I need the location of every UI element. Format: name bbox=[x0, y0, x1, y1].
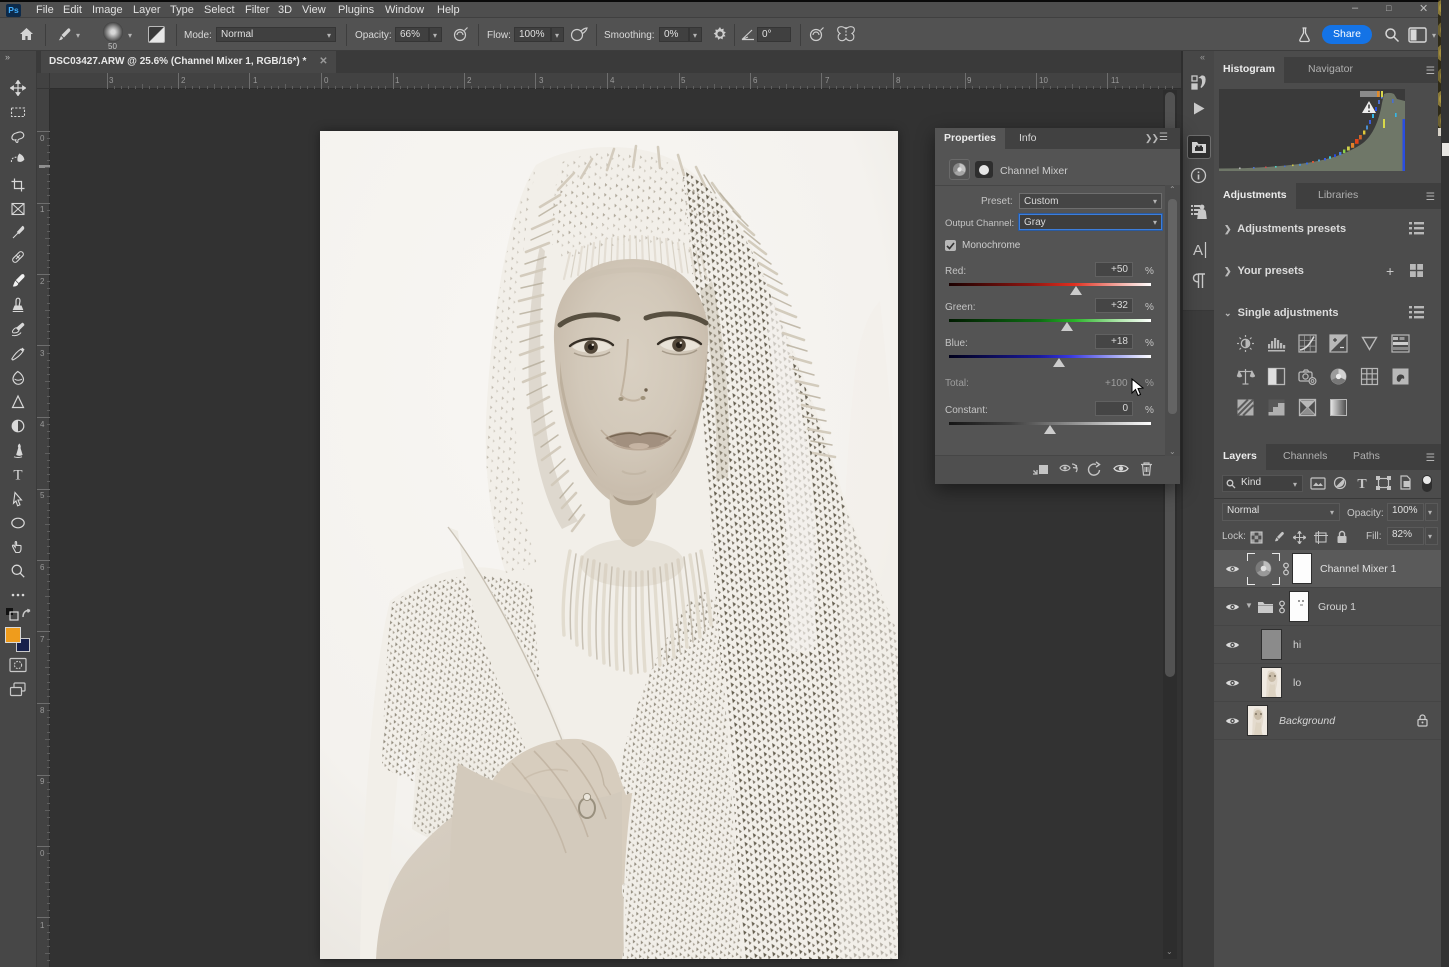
svg-text:T: T bbox=[1357, 477, 1367, 490]
svg-text:A: A bbox=[1193, 242, 1203, 259]
svg-text:T: T bbox=[13, 468, 22, 483]
